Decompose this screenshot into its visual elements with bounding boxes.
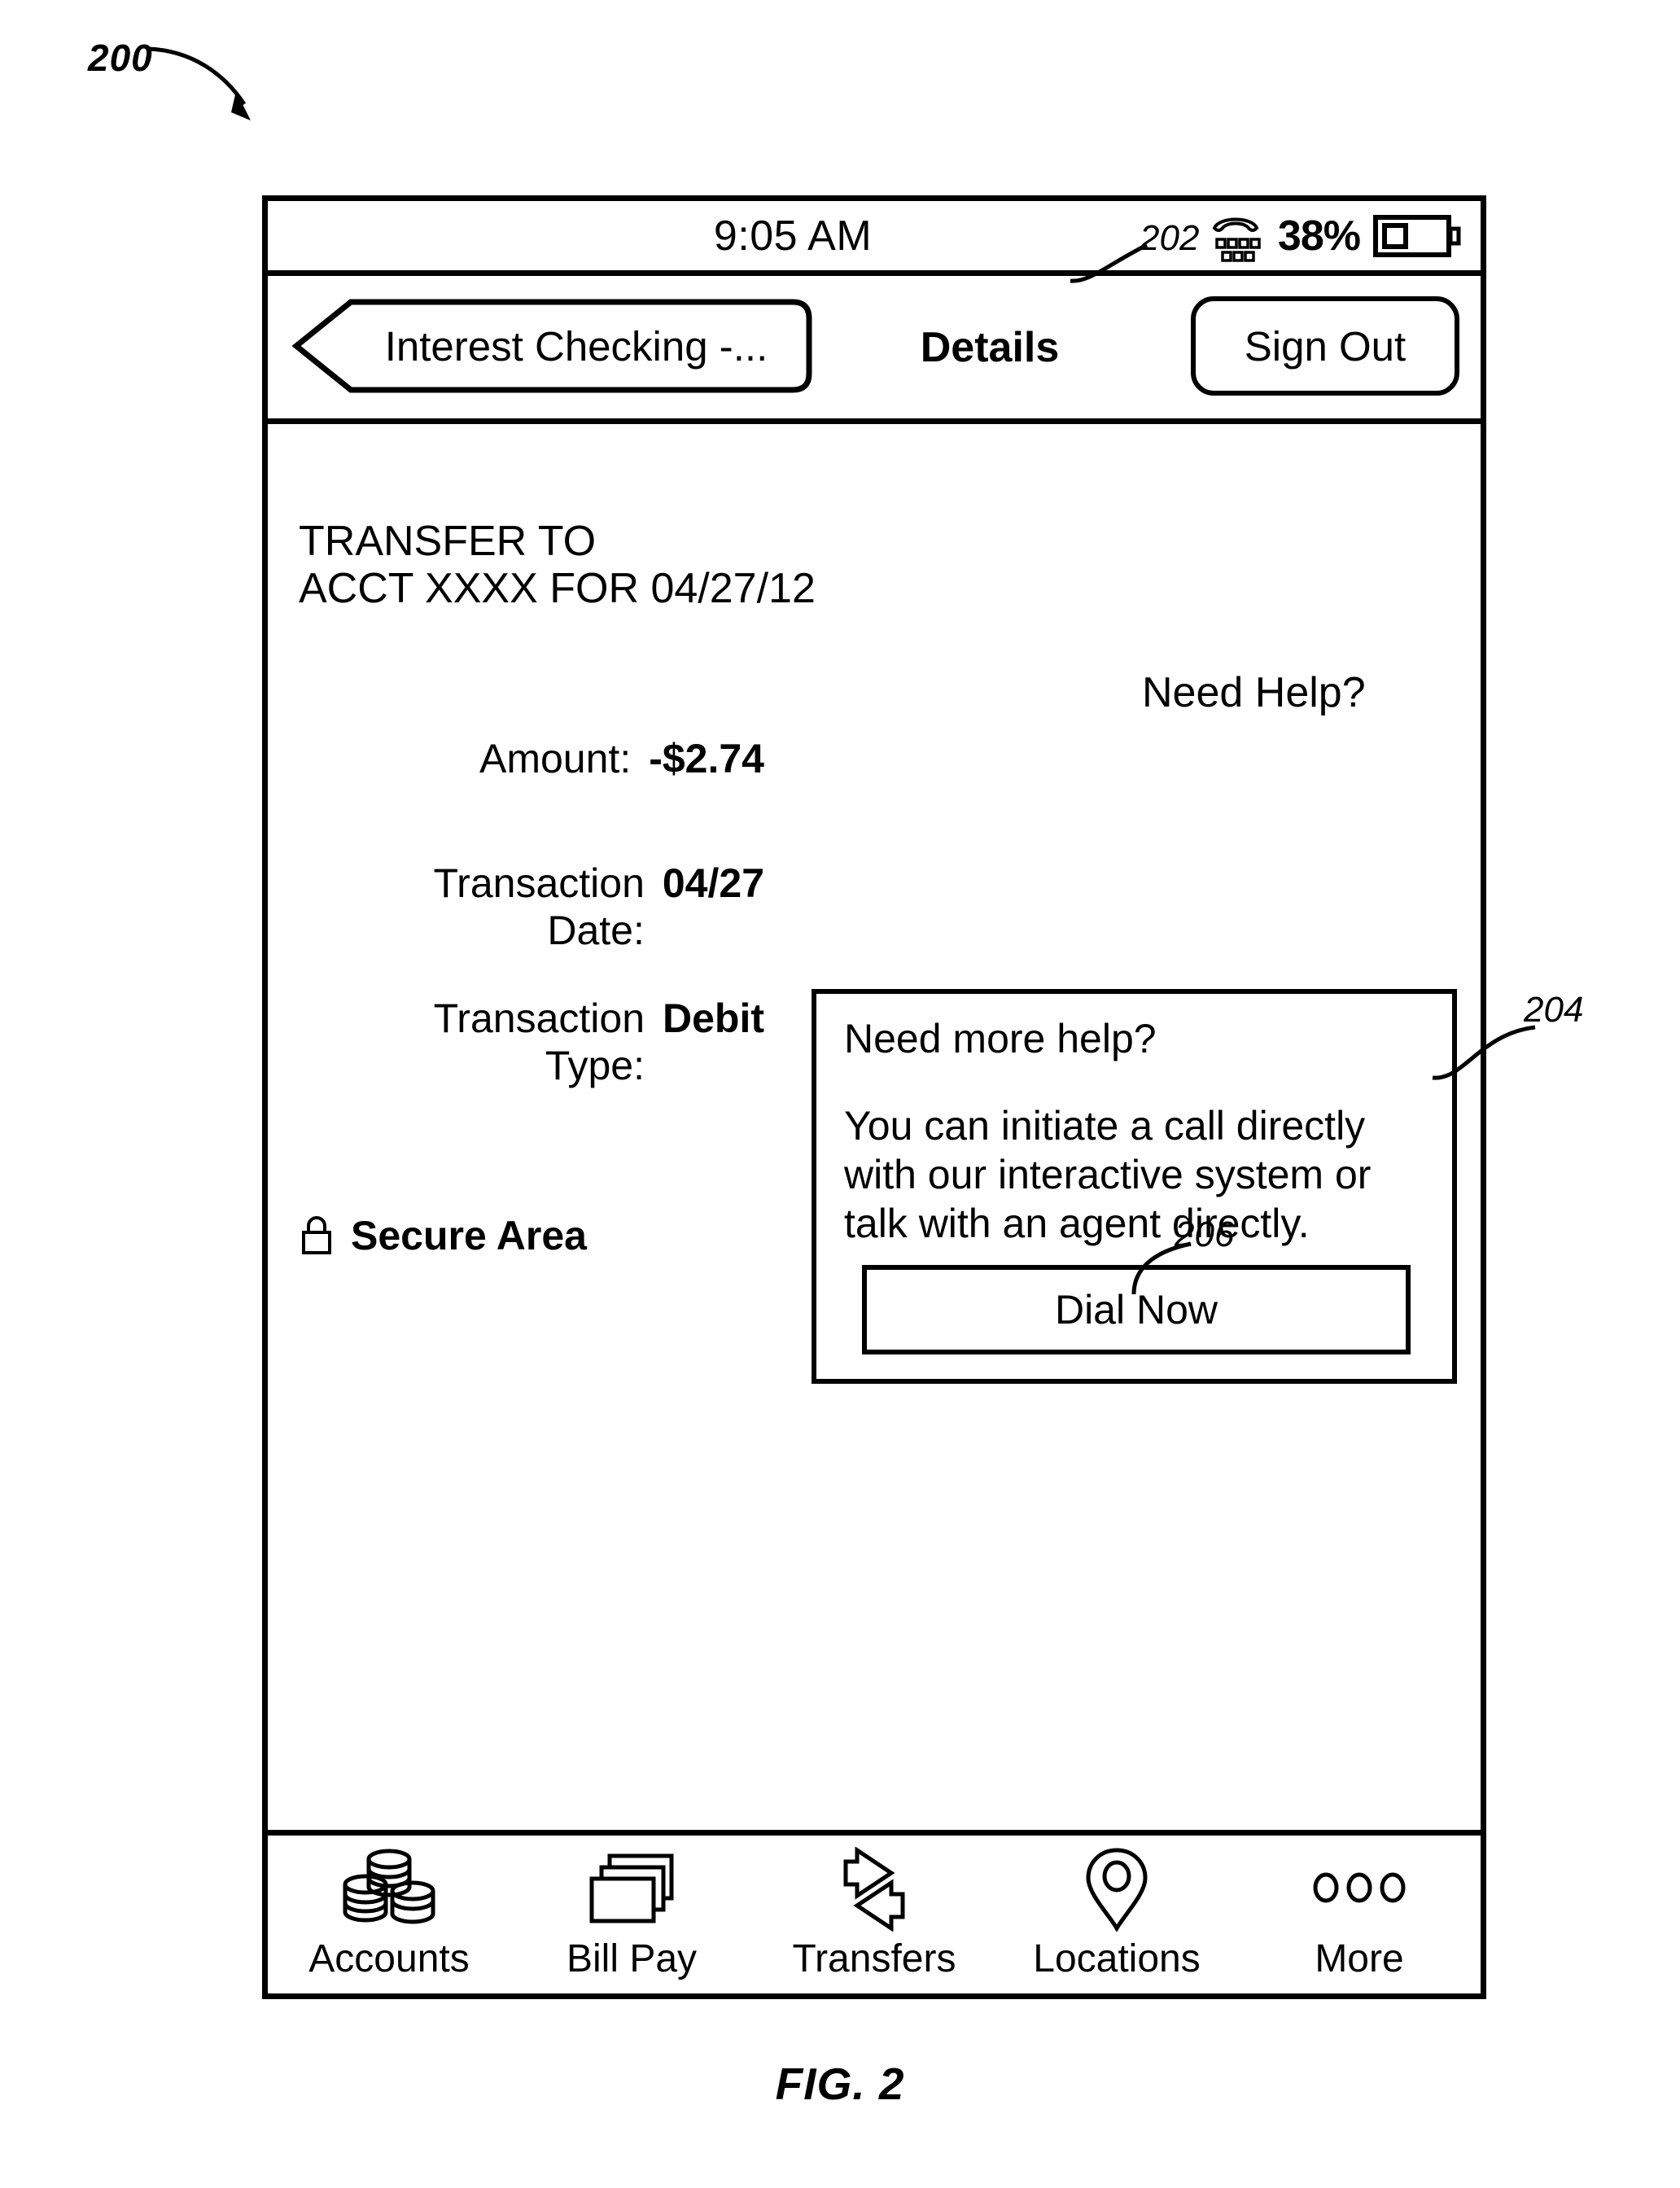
help-panel: Need more help? You can initiate a call … (812, 989, 1457, 1384)
back-button-label: Interest Checking -... (384, 322, 768, 370)
coins-icon (341, 1847, 437, 1932)
tab-label-bill-pay: Bill Pay (566, 1937, 698, 1980)
battery-percent-label: 38% (1277, 212, 1361, 260)
tab-bill-pay[interactable]: Bill Pay (510, 1836, 753, 1981)
sign-out-button[interactable]: Sign Out (1191, 296, 1459, 396)
detail-label-transaction-date: Transaction Date: (433, 860, 645, 953)
ellipsis-icon (1311, 1847, 1407, 1932)
detail-value-transaction-date: 04/27 (662, 860, 764, 906)
documents-icon (587, 1847, 676, 1932)
detail-label-amount: Amount: (479, 736, 632, 781)
figure-reference-200: 200 (88, 37, 153, 79)
tab-label-locations: Locations (1033, 1937, 1201, 1980)
help-panel-heading: Need more help? (844, 1016, 1157, 1061)
tab-accounts[interactable]: Accounts (268, 1836, 510, 1981)
figure-reference-206-leader (1131, 1241, 1192, 1295)
tab-label-more: More (1315, 1937, 1404, 1980)
need-help-link[interactable]: Need Help? (1142, 668, 1366, 717)
detail-row-transaction-date: Transaction Date: 04/27 (268, 860, 765, 954)
detail-value-transaction-type: Debit (663, 996, 764, 1041)
lock-icon (299, 1214, 335, 1257)
detail-value-amount: -$2.74 (649, 736, 764, 781)
map-pin-icon (1082, 1847, 1152, 1932)
back-button-interest-checking[interactable]: Interest Checking -... (292, 298, 813, 394)
transaction-title: TRANSFER TO ACCT XXXX FOR 04/27/12 (299, 518, 816, 613)
navigation-bar: Interest Checking -... Details Sign Out (268, 276, 1481, 424)
figure-reference-200-leader-arrow (147, 46, 251, 120)
phone-keypad-icon (1206, 207, 1265, 265)
two-arrows-icon (826, 1847, 922, 1932)
figure-caption: FIG. 2 (775, 2059, 905, 2109)
transaction-details-content: TRANSFER TO ACCT XXXX FOR 04/27/12 Amoun… (268, 424, 1481, 1830)
tab-transfers[interactable]: Transfers (753, 1836, 995, 1981)
secure-area-label: Secure Area (351, 1213, 587, 1258)
page-title: Details (920, 323, 1060, 371)
tab-locations[interactable]: Locations (995, 1836, 1238, 1981)
help-panel-body-text: You can initiate a call directly with ou… (844, 1103, 1372, 1246)
secure-area-indicator: Secure Area (299, 1212, 587, 1259)
detail-row-amount: Amount: -$2.74 (268, 736, 764, 783)
status-bar: 9:05 AM 38% (268, 201, 1481, 276)
detail-label-transaction-type: Transaction Type: (433, 996, 645, 1088)
tab-label-transfers: Transfers (792, 1937, 956, 1980)
bottom-tab-bar: Accounts Bill Pay Transfers Locations Mo… (268, 1830, 1481, 1985)
tab-label-accounts: Accounts (308, 1937, 470, 1980)
status-bar-indicators: 38% (1206, 207, 1461, 265)
battery-icon (1373, 212, 1461, 260)
figure-reference-204-leader (1432, 1025, 1536, 1080)
detail-row-transaction-type: Transaction Type: Debit (268, 996, 764, 1089)
mobile-device-frame: 9:05 AM 38% Interest Checking -... Detai… (262, 195, 1486, 1999)
tab-more[interactable]: More (1238, 1836, 1481, 1981)
figure-reference-202-leader (1070, 243, 1148, 283)
